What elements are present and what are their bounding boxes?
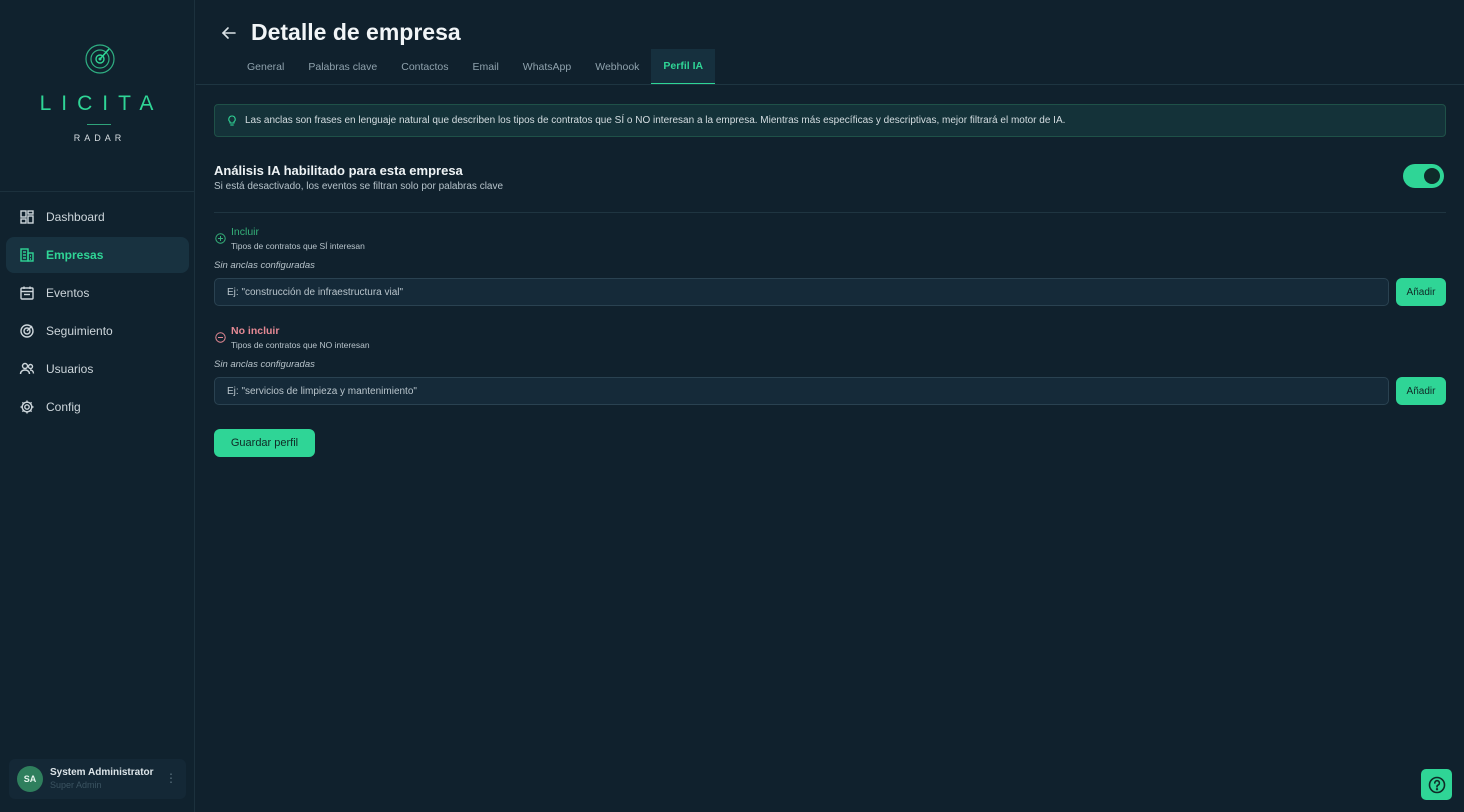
tab-webhook[interactable]: Webhook: [583, 49, 651, 85]
ai-analysis-title: Análisis IA habilitado para esta empresa: [214, 163, 463, 178]
brand-logo[interactable]: LICITA RADAR: [0, 0, 195, 192]
sidebar-item-label: Usuarios: [46, 362, 94, 376]
sidebar-item-label: Dashboard: [46, 210, 105, 224]
plus-circle-icon: [215, 233, 226, 244]
sidebar-item-empresas[interactable]: Empresas: [6, 237, 189, 273]
exclude-subtitle: Tipos de contratos que NO interesan: [231, 340, 370, 350]
minus-circle-icon: [215, 332, 226, 343]
header-divider: [196, 84, 1464, 85]
building-icon: [19, 247, 35, 263]
tab-email[interactable]: Email: [461, 49, 511, 85]
brand-subtitle: RADAR: [73, 133, 126, 143]
toggle-knob: [1424, 168, 1440, 184]
exclude-add-button[interactable]: Añadir: [1396, 377, 1446, 405]
ai-analysis-toggle[interactable]: [1403, 164, 1444, 188]
user-role: Super Admin: [50, 780, 102, 790]
include-empty-state: Sin anclas configuradas: [214, 260, 315, 271]
help-button[interactable]: [1421, 769, 1452, 800]
exclude-empty-state: Sin anclas configuradas: [214, 359, 315, 370]
sidebar-item-usuarios[interactable]: Usuarios: [6, 351, 189, 387]
page-title: Detalle de empresa: [251, 19, 461, 45]
exclude-title: No incluir: [231, 325, 280, 337]
more-vertical-icon[interactable]: ⋮: [165, 771, 177, 785]
sidebar: LICITA RADAR Dashboard Empresas Eventos …: [0, 0, 195, 812]
sidebar-item-dashboard[interactable]: Dashboard: [6, 199, 189, 235]
user-name: System Administrator: [50, 767, 154, 778]
sidebar-item-eventos[interactable]: Eventos: [6, 275, 189, 311]
sidebar-item-label: Empresas: [46, 248, 104, 262]
brand-divider: [87, 124, 111, 125]
tab-palabras-clave[interactable]: Palabras clave: [296, 49, 389, 85]
radar-logo-icon: [85, 44, 115, 74]
save-profile-button[interactable]: Guardar perfil: [214, 429, 315, 457]
help-icon: [1428, 776, 1445, 793]
sidebar-item-label: Eventos: [46, 286, 90, 300]
user-card[interactable]: SA System Administrator Super Admin ⋮: [9, 759, 186, 799]
tab-perfil-ia[interactable]: Perfil IA: [651, 49, 716, 85]
sidebar-item-label: Config: [46, 400, 81, 414]
sidebar-item-seguimiento[interactable]: Seguimiento: [6, 313, 189, 349]
calendar-icon: [19, 285, 35, 301]
sidebar-item-label: Seguimiento: [46, 324, 113, 338]
tab-whatsapp[interactable]: WhatsApp: [511, 49, 583, 85]
include-subtitle: Tipos de contratos que SÍ interesan: [231, 241, 365, 251]
sidebar-item-config[interactable]: Config: [6, 389, 189, 425]
include-title: Incluir: [231, 226, 260, 238]
include-anchor-input[interactable]: [214, 278, 1389, 306]
users-icon: [19, 361, 35, 377]
exclude-anchor-input[interactable]: [214, 377, 1389, 405]
radar-icon: [19, 323, 35, 339]
info-banner-text: Las anclas son frases en lenguaje natura…: [245, 115, 1066, 126]
avatar: SA: [17, 766, 43, 792]
lightbulb-icon: [226, 114, 238, 127]
ai-analysis-subtitle: Si está desactivado, los eventos se filt…: [214, 181, 504, 192]
brand-name: LICITA: [39, 92, 164, 115]
tab-contactos[interactable]: Contactos: [389, 49, 460, 85]
info-banner: Las anclas son frases en lenguaje natura…: [214, 104, 1446, 137]
gear-icon: [19, 399, 35, 415]
section-divider: [214, 212, 1446, 213]
dashboard-icon: [19, 209, 35, 225]
back-arrow-icon[interactable]: [220, 24, 238, 42]
tab-bar: General Palabras clave Contactos Email W…: [235, 49, 716, 85]
tab-general[interactable]: General: [235, 49, 296, 85]
include-add-button[interactable]: Añadir: [1396, 278, 1446, 306]
